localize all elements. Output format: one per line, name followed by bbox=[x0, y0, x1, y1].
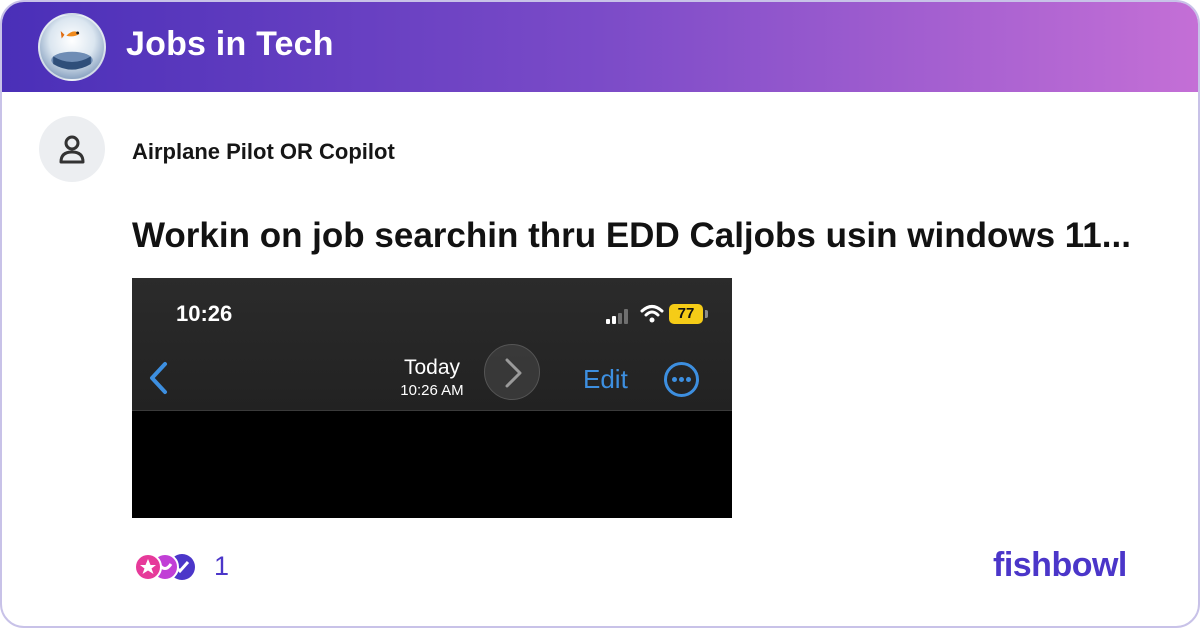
fishbowl-logo-icon[interactable] bbox=[38, 13, 106, 81]
ios-nav-header: 10:26 77 Today 10:26 AM Edit bbox=[132, 278, 732, 411]
community-title[interactable]: Jobs in Tech bbox=[126, 25, 334, 64]
reaction-icons[interactable] bbox=[132, 551, 202, 583]
chevron-left-icon[interactable] bbox=[146, 360, 172, 396]
post-image[interactable]: 10:26 77 Today 10:26 AM Edit bbox=[132, 278, 732, 518]
person-icon bbox=[59, 135, 85, 164]
author-name[interactable]: Airplane Pilot OR Copilot bbox=[132, 139, 395, 165]
avatar[interactable] bbox=[39, 116, 105, 182]
nav-title: Today bbox=[403, 356, 461, 379]
reaction-count[interactable]: 1 bbox=[214, 551, 229, 582]
battery-tip bbox=[705, 310, 708, 318]
cellular-signal-icon bbox=[606, 308, 632, 324]
edit-button[interactable]: Edit bbox=[583, 364, 628, 395]
status-time: 10:26 bbox=[176, 301, 233, 326]
wifi-icon bbox=[640, 305, 664, 323]
battery-icon: 77 bbox=[669, 304, 703, 324]
post-card: Jobs in Tech Airplane Pilot OR Copilot W… bbox=[0, 0, 1200, 628]
nav-subtitle: 10:26 AM bbox=[400, 382, 464, 399]
fishbowl-brand-logo[interactable]: fishbowl bbox=[993, 546, 1127, 585]
forward-button[interactable] bbox=[484, 344, 540, 400]
post-title[interactable]: Workin on job searchin thru EDD Caljobs … bbox=[132, 216, 1131, 256]
community-header: Jobs in Tech bbox=[2, 2, 1198, 92]
ellipsis-circle-icon[interactable] bbox=[664, 362, 699, 397]
chevron-right-icon bbox=[505, 358, 522, 388]
